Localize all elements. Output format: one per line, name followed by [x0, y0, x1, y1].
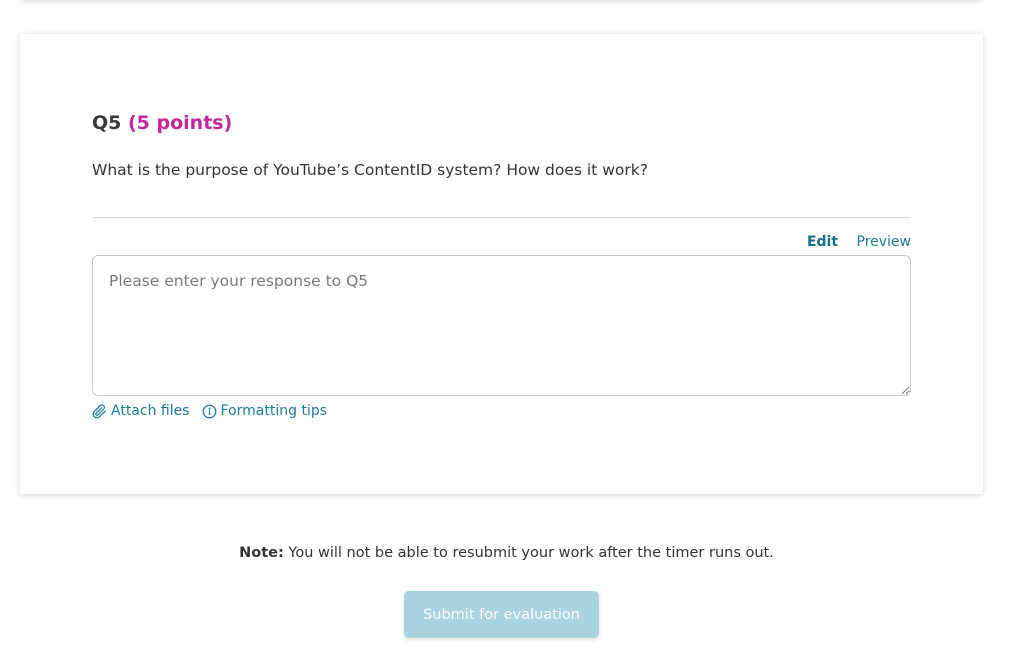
- submit-button[interactable]: Submit for evaluation: [404, 591, 599, 638]
- info-icon: [202, 404, 216, 418]
- question-card: Q5 (5 points) What is the purpose of You…: [20, 34, 983, 494]
- tab-edit[interactable]: Edit: [807, 234, 838, 250]
- question-points: (5 points): [128, 112, 233, 134]
- response-textarea[interactable]: [92, 255, 911, 396]
- editor-footer-links: Attach files Formatting tips: [92, 403, 339, 419]
- formatting-tips-label: Formatting tips: [220, 403, 328, 419]
- divider: [92, 217, 911, 218]
- tab-preview[interactable]: Preview: [857, 234, 912, 250]
- question-number: Q5: [92, 112, 122, 134]
- note-label: Note:: [239, 545, 284, 561]
- formatting-tips-link[interactable]: Formatting tips: [202, 403, 327, 419]
- paperclip-icon: [92, 403, 106, 418]
- attach-files-link[interactable]: Attach files: [92, 403, 190, 419]
- question-prompt: What is the purpose of YouTube’s Content…: [92, 161, 648, 179]
- question-heading: Q5 (5 points): [92, 112, 232, 134]
- attach-files-label: Attach files: [111, 403, 190, 419]
- resubmit-note: Note: You will not be able to resubmit y…: [0, 545, 1013, 561]
- editor-mode-tabs: Edit Preview: [793, 234, 911, 250]
- note-text: You will not be able to resubmit your wo…: [283, 545, 774, 561]
